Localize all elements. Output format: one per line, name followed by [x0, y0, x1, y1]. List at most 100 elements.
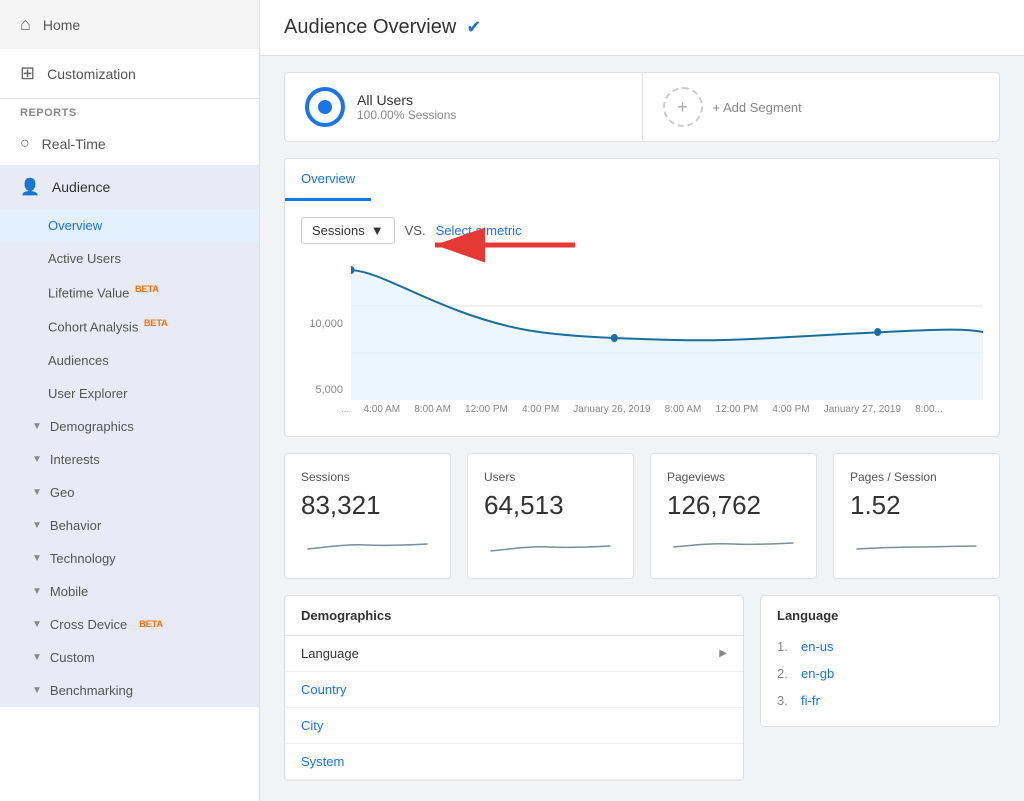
audience-label: Audience: [52, 179, 110, 195]
benchmarking-label: Benchmarking: [50, 683, 133, 698]
bottom-row: Demographics Language ▶ Country City Sys…: [284, 595, 1000, 781]
sub-item-user-explorer[interactable]: User Explorer: [0, 377, 259, 410]
page-header: Audience Overview ✔: [260, 0, 1024, 56]
add-segment-label: + Add Segment: [713, 100, 802, 115]
sub-item-audiences[interactable]: Audiences: [0, 344, 259, 377]
sub-item-lifetime-value[interactable]: Lifetime Value BETA: [0, 275, 259, 309]
all-users-segment: All Users 100.00% Sessions: [285, 73, 642, 141]
tab-bar: Overview: [284, 158, 1000, 201]
sub-item-active-users[interactable]: Active Users: [0, 242, 259, 275]
stat-card-pages-session: Pages / Session 1.52: [833, 453, 1000, 579]
realtime-label: Real-Time: [42, 136, 106, 152]
sub-item-cohort-analysis[interactable]: Cohort Analysis BETA: [0, 309, 259, 343]
segment-info: All Users 100.00% Sessions: [357, 92, 456, 122]
sessions-dropdown-label: Sessions: [312, 223, 365, 238]
dropdown-arrow-icon: ▼: [371, 223, 384, 238]
sidebar-item-realtime[interactable]: ○ Real-Time: [0, 123, 259, 165]
cross-device-label: Cross Device: [50, 617, 127, 632]
language-section: Language 1. en-us 2. en-gb 3. fi-fr: [760, 595, 1000, 781]
y-label-low: 5,000: [315, 384, 343, 396]
metric-selector: Sessions ▼ VS. Select a metric: [301, 217, 983, 244]
sidebar-item-custom[interactable]: ▼ Custom: [0, 641, 259, 674]
sidebar-item-audience[interactable]: 👤 Audience: [0, 165, 259, 209]
lang-item-3: 3. fi-fr: [777, 687, 983, 714]
mobile-label: Mobile: [50, 584, 88, 599]
lang-rank-2: 2.: [777, 666, 793, 681]
demo-label-country: Country: [301, 682, 347, 697]
clock-icon: ○: [20, 135, 30, 153]
demo-row-language[interactable]: Language ▶: [285, 636, 743, 672]
technology-label: Technology: [50, 551, 116, 566]
stat-label-pages-session: Pages / Session: [850, 470, 983, 484]
lang-rank-3: 3.: [777, 693, 793, 708]
sidebar-item-demographics[interactable]: ▼ Demographics: [0, 410, 259, 443]
sparkline-pages-session: [850, 529, 983, 559]
chart-svg: [351, 260, 983, 400]
sidebar-item-interests[interactable]: ▼ Interests: [0, 443, 259, 476]
chart-container: Sessions ▼ VS. Select a metric 10,000 5,…: [284, 201, 1000, 437]
sidebar-item-technology[interactable]: ▼ Technology: [0, 542, 259, 575]
sub-item-overview[interactable]: Overview: [0, 209, 259, 242]
chevron-icon: ▼: [32, 553, 42, 564]
lang-label-2[interactable]: en-gb: [801, 666, 834, 681]
lang-label-1[interactable]: en-us: [801, 639, 834, 654]
geo-label: Geo: [50, 485, 75, 500]
reports-section-label: REPORTS: [0, 99, 259, 123]
stat-label-sessions: Sessions: [301, 470, 434, 484]
demo-label-language: Language: [301, 646, 359, 661]
audience-sub-items: Overview Active Users Lifetime Value BET…: [0, 209, 259, 410]
demo-row-system[interactable]: System: [285, 744, 743, 780]
stats-row: Sessions 83,321 Users 64,513 Pageviews 1…: [284, 453, 1000, 579]
stat-label-pageviews: Pageviews: [667, 470, 800, 484]
beta-badge-cohort: BETA: [144, 318, 168, 328]
custom-label: Custom: [50, 650, 95, 665]
home-label: Home: [43, 17, 80, 33]
segment-pct: 100.00% Sessions: [357, 108, 456, 122]
sidebar-item-behavior[interactable]: ▼ Behavior: [0, 509, 259, 542]
sidebar-item-customization[interactable]: ⊞ Customization: [0, 49, 259, 98]
demo-row-country[interactable]: Country: [285, 672, 743, 708]
content-area: All Users 100.00% Sessions + + Add Segme…: [260, 56, 1024, 797]
chevron-icon: ▼: [32, 487, 42, 498]
add-segment-button[interactable]: + + Add Segment: [642, 73, 1000, 141]
demographics-section: Demographics Language ▶ Country City Sys…: [284, 595, 744, 781]
sidebar-item-home[interactable]: ⌂ Home: [0, 0, 259, 49]
demographics-table: Demographics Language ▶ Country City Sys…: [284, 595, 744, 781]
sparkline-sessions: [301, 529, 434, 559]
sparkline-users: [484, 529, 617, 559]
lang-rank-1: 1.: [777, 639, 793, 654]
chevron-icon: ▼: [32, 520, 42, 531]
chevron-icon: ▼: [32, 454, 42, 465]
demo-row-city[interactable]: City: [285, 708, 743, 744]
language-table: Language 1. en-us 2. en-gb 3. fi-fr: [760, 595, 1000, 727]
sessions-dropdown[interactable]: Sessions ▼: [301, 217, 395, 244]
sidebar-item-benchmarking[interactable]: ▼ Benchmarking: [0, 674, 259, 707]
sidebar-item-mobile[interactable]: ▼ Mobile: [0, 575, 259, 608]
chevron-icon: ▼: [32, 421, 42, 432]
verified-icon: ✔: [466, 17, 481, 38]
chevron-icon: ▼: [32, 586, 42, 597]
sidebar-item-cross-device[interactable]: ▼ Cross Device BETA: [0, 608, 259, 641]
behavior-label: Behavior: [50, 518, 101, 533]
page-title: Audience Overview: [284, 16, 456, 39]
chart-x-labels: ... 4:00 AM 8:00 AM 12:00 PM 4:00 PM Jan…: [301, 404, 983, 415]
vs-text: VS.: [405, 223, 426, 238]
demo-label-system: System: [301, 754, 344, 769]
stat-value-sessions: 83,321: [301, 490, 434, 521]
language-header: Language: [777, 608, 983, 623]
person-icon: 👤: [20, 177, 40, 197]
tab-overview[interactable]: Overview: [285, 159, 371, 201]
stat-value-pages-session: 1.52: [850, 490, 983, 521]
segment-bar: All Users 100.00% Sessions + + Add Segme…: [284, 72, 1000, 142]
chevron-icon: ▼: [32, 652, 42, 663]
chevron-icon: ▼: [32, 619, 42, 630]
sidebar-item-geo[interactable]: ▼ Geo: [0, 476, 259, 509]
lang-label-3[interactable]: fi-fr: [801, 693, 820, 708]
home-icon: ⌂: [20, 14, 31, 35]
stat-value-pageviews: 126,762: [667, 490, 800, 521]
segment-circle-icon: [305, 87, 345, 127]
add-segment-icon: +: [663, 87, 703, 127]
select-metric-link[interactable]: Select a metric: [436, 223, 522, 238]
demographics-title: Demographics: [301, 608, 391, 623]
main-content: Audience Overview ✔ All Users 100.00% Se…: [260, 0, 1024, 801]
